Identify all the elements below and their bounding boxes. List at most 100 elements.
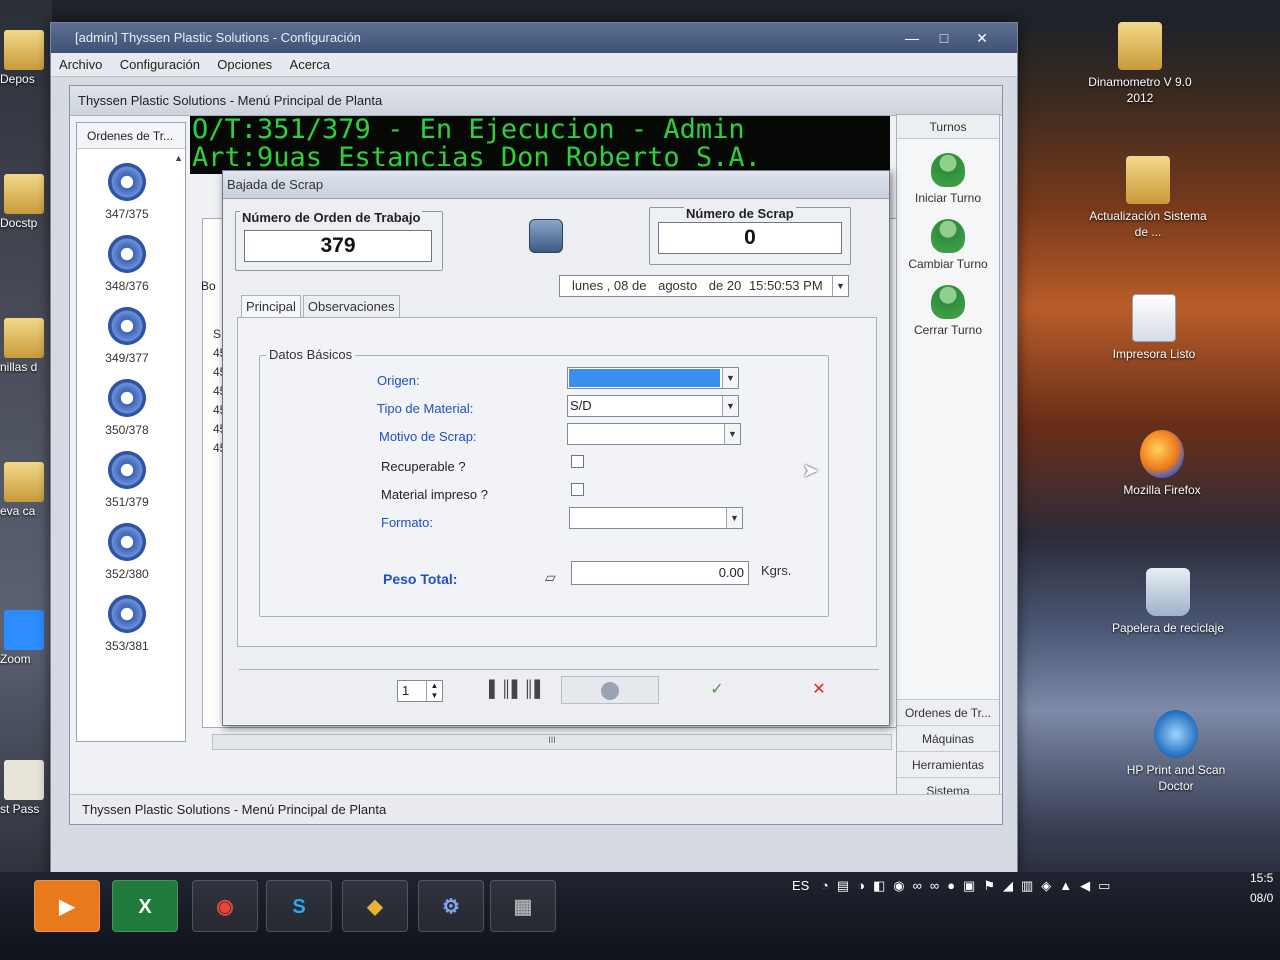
menu-acerca[interactable]: Acerca [290,53,330,77]
tray-icon[interactable]: ▥ [1021,878,1033,894]
menu-archivo[interactable]: Archivo [59,53,102,77]
desktop-icon-hp[interactable]: HP Print and Scan Doctor [1116,710,1236,794]
desktop-icon-firefox[interactable]: Mozilla Firefox [1102,430,1222,498]
tray-icon[interactable]: ◧ [873,878,885,894]
chevron-down-icon[interactable]: ▼ [832,276,848,296]
chevron-down-icon[interactable]: ▼ [724,424,740,444]
tipo-material-label: Tipo de Material: [377,401,474,416]
origen-select[interactable]: ▼ [567,367,739,389]
order-item[interactable]: 349/377 [77,307,177,365]
minimize-button[interactable]: — [897,23,927,53]
marquee-line-1: O/T:351/379 - En Ejecucion - Admin [192,116,745,145]
window-title-bar[interactable]: [admin] Thyssen Plastic Solutions - Conf… [51,23,1017,53]
cambiar-turno-button[interactable]: Cambiar Turno [897,219,999,271]
nav-herramientas[interactable]: Herramientas [897,751,999,777]
desktop-icon-recycle-bin[interactable]: Papelera de reciclaje [1108,568,1228,636]
recuperable-checkbox[interactable] [571,455,584,468]
excel-icon[interactable]: X [112,880,178,932]
media-player-icon[interactable]: ▶ [34,880,100,932]
tab-principal[interactable]: Principal [241,295,301,317]
network-icon[interactable]: ▭ [1098,878,1110,894]
order-item[interactable]: 353/381 [77,595,177,653]
tray-icon[interactable]: ◔ [821,878,829,893]
cerrar-turno-button[interactable]: Cerrar Turno [897,285,999,337]
tray-icon[interactable]: ▤ [837,878,849,894]
desktop-icon-docstp[interactable]: Docstp [0,174,52,230]
skype-icon[interactable]: S [266,880,332,932]
barcode-button[interactable]: ▌║▌║▌ [489,676,546,704]
orders-panel-header[interactable]: Ordenes de Tr... [77,123,185,149]
taskbar: ▶ X ◉ S ◆ ⚙ ▦ ES ◔ ▤ ◑ ◧ ◉ ∞ ∞ ● ▣ ⚑ ◢ ▥ ◈ ▲ ◀ ▭ 15:5 08… [0,871,1280,960]
users-icon [931,219,965,253]
gear-icon [108,451,146,489]
scroll-up-icon[interactable]: ▲ [174,153,183,163]
plant-menu-title: Thyssen Plastic Solutions - Menú Princip… [70,86,1002,116]
formato-select[interactable]: ▼ [569,507,743,529]
desktop-icon-impresora[interactable]: Impresora Listo [1094,294,1214,362]
numero-scrap-label: Número de Scrap [684,206,796,221]
motivo-scrap-select[interactable]: ▼ [567,423,741,445]
close-button[interactable]: ✕ [967,23,997,53]
desktop-icon-pass[interactable]: st Pass [0,760,52,816]
check-icon: ✓ [710,681,724,698]
app-gold-icon[interactable]: ◆ [342,880,408,932]
clear-button[interactable] [561,676,659,704]
tray-icon[interactable]: ◉ [893,878,904,894]
clock[interactable]: 15:5 08/0 [1250,868,1273,908]
iniciar-turno-button[interactable]: Iniciar Turno [897,153,999,205]
tray-icon[interactable]: ● [947,878,955,893]
order-item[interactable]: 352/380 [77,523,177,581]
menu-configuracion[interactable]: Configuración [120,53,200,77]
chevron-down-icon[interactable]: ▼ [722,396,738,416]
flag-icon[interactable]: ⚑ [983,878,995,894]
order-item[interactable]: 350/378 [77,379,177,437]
chevron-down-icon[interactable]: ▼ [726,508,742,528]
desktop-icon-depos[interactable]: Depos [0,30,52,86]
recycle-bin-icon [1146,568,1190,616]
datos-basicos-title: Datos Básicos [266,347,356,362]
material-impreso-checkbox[interactable] [571,483,584,496]
volume-icon[interactable]: ◀ [1080,878,1090,894]
tray-icon[interactable]: ▲ [1059,878,1072,893]
chrome-icon[interactable]: ◉ [192,880,258,932]
peso-total-field[interactable]: 0.00 [571,561,749,585]
trash-icon [529,219,563,253]
nav-maquinas[interactable]: Máquinas [897,725,999,751]
tray-icon[interactable]: ∞ [930,878,939,893]
order-item[interactable]: 351/379 [77,451,177,509]
language-indicator[interactable]: ES [792,878,809,893]
confirm-button[interactable]: ✓ [697,676,737,704]
menu-opciones[interactable]: Opciones [217,53,272,77]
maximize-button[interactable]: □ [929,23,959,53]
word-doc-icon [1132,294,1176,342]
order-item[interactable]: 348/376 [77,235,177,293]
desktop-icon-dinamometro[interactable]: Dinamometro V 9.0 2012 [1080,22,1200,106]
tray-icon[interactable]: ◢ [1003,878,1013,894]
desktop-icon-nueva[interactable]: eva ca [0,462,52,518]
chevron-down-icon[interactable]: ▼ [722,368,738,388]
tray-icon[interactable]: ◑ [857,878,865,893]
tipo-material-select[interactable]: S/D ▼ [567,395,739,417]
bg-label: Bo [201,279,216,293]
desktop-icon-plantillas[interactable]: nillas d [0,318,52,374]
nav-ordenes[interactable]: Ordenes de Tr... [897,699,999,725]
gear-icon [108,379,146,417]
page-spinner[interactable]: 1 ▲ ▼ [397,680,443,702]
tray-icon[interactable]: ∞ [913,878,922,893]
spinner-arrows-icon[interactable]: ▲ ▼ [426,681,442,701]
app-gray-icon[interactable]: ▦ [490,880,556,932]
desktop-icon-actualizacion[interactable]: Actualización Sistema de ... [1088,156,1208,240]
dialog-title[interactable]: Bajada de Scrap [223,171,889,199]
tab-observaciones[interactable]: Observaciones [302,295,400,317]
peso-total-label: Peso Total: [383,571,458,587]
gear-icon [108,235,146,273]
order-item[interactable]: 347/375 [77,163,177,221]
tray-icon[interactable]: ◈ [1041,878,1051,894]
desktop-icon-zoom[interactable]: Zoom [0,610,52,666]
horizontal-scrollbar[interactable]: III [212,734,892,750]
date-picker[interactable]: lunes , 08 de agosto de 20 15:50:53 PM ▼ [559,275,849,297]
status-marquee: O/T:351/379 - En Ejecucion - Admin Art:9u… [190,116,890,174]
tray-icon[interactable]: ▣ [963,878,975,894]
gear-app-icon[interactable]: ⚙ [418,880,484,932]
cancel-button[interactable]: ✕ [799,676,839,704]
